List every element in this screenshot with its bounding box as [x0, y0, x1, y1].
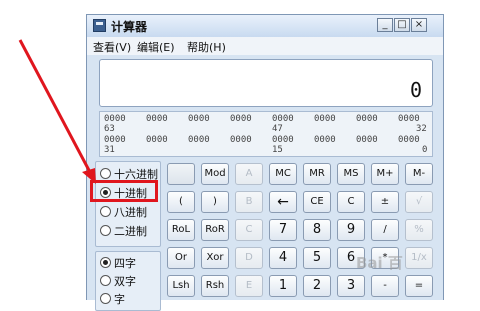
digit-7-key[interactable]: 7 — [269, 219, 297, 241]
watermark: Bai 百 — [356, 254, 403, 272]
m-minus-key[interactable]: M- — [405, 163, 433, 185]
blank-key — [167, 163, 195, 185]
digit-3-key[interactable]: 3 — [337, 275, 365, 297]
radio-oct[interactable]: 八进制 — [100, 206, 147, 220]
close-button[interactable]: × — [411, 18, 427, 32]
close-paren-key[interactable]: ) — [201, 191, 229, 213]
result-display: 0 — [99, 59, 433, 107]
reciprocal-key[interactable]: 1/x — [405, 247, 433, 269]
hex-b-key[interactable]: B — [235, 191, 263, 213]
menu-bar: 查看(V) 编辑(E) 帮助(H) — [87, 37, 443, 55]
radio-dot — [100, 225, 111, 236]
bit-group: 0000 — [146, 114, 168, 124]
ror-key[interactable]: RoR — [201, 219, 229, 241]
digit-4-key[interactable]: 4 — [269, 247, 297, 269]
ce-key[interactable]: CE — [303, 191, 331, 213]
equals-key[interactable]: = — [405, 275, 433, 297]
hex-e-key[interactable]: E — [235, 275, 263, 297]
m-plus-key[interactable]: M+ — [371, 163, 399, 185]
subtract-key[interactable]: - — [371, 275, 399, 297]
bit-position-label: 15 — [272, 145, 283, 155]
bit-group: 0000 — [188, 135, 210, 145]
annotation-highlight-box — [90, 180, 158, 202]
radio-dot — [100, 168, 111, 179]
radio-dword[interactable]: 双字 — [100, 275, 136, 289]
minimize-button[interactable]: _ — [377, 18, 393, 32]
hex-a-key[interactable]: A — [235, 163, 263, 185]
sqrt-key[interactable]: √ — [405, 191, 433, 213]
hex-c-key[interactable]: C — [235, 219, 263, 241]
radio-dot-selected — [100, 257, 111, 268]
mr-key[interactable]: MR — [303, 163, 331, 185]
ms-key[interactable]: MS — [337, 163, 365, 185]
bit-position-label: 32 — [416, 124, 427, 134]
radio-bin[interactable]: 二进制 — [100, 225, 147, 239]
radio-label: 四字 — [114, 257, 136, 270]
radio-label: 二进制 — [114, 225, 147, 238]
backspace-key[interactable]: ← — [269, 191, 297, 213]
bit-group: 0000 — [314, 135, 336, 145]
bit-group: 0000 — [146, 135, 168, 145]
negate-key[interactable]: ± — [371, 191, 399, 213]
radio-dot — [100, 293, 111, 304]
mod-key[interactable]: Mod — [201, 163, 229, 185]
menu-edit[interactable]: 编辑(E) — [137, 39, 175, 55]
bit-position-label: 63 — [104, 124, 115, 134]
digit-1-key[interactable]: 1 — [269, 275, 297, 297]
divide-key[interactable]: / — [371, 219, 399, 241]
open-paren-key[interactable]: ( — [167, 191, 195, 213]
bit-group: 0000 — [104, 135, 126, 145]
digit-8-key[interactable]: 8 — [303, 219, 331, 241]
calculator-app-icon — [93, 19, 106, 32]
digit-9-key[interactable]: 9 — [337, 219, 365, 241]
radio-dot — [100, 275, 111, 286]
title-bar[interactable]: 计算器 _ □ × — [87, 15, 443, 37]
or-key[interactable]: Or — [167, 247, 195, 269]
radio-word[interactable]: 字 — [100, 293, 125, 307]
radio-qword[interactable]: 四字 — [100, 257, 136, 271]
mc-key[interactable]: MC — [269, 163, 297, 185]
bit-group: 0000 — [230, 114, 252, 124]
radio-dot — [100, 206, 111, 217]
binary-bits-panel: 0000 0000 0000 0000 0000 0000 0000 0000 … — [99, 111, 433, 157]
lsh-key[interactable]: Lsh — [167, 275, 195, 297]
digit-2-key[interactable]: 2 — [303, 275, 331, 297]
maximize-button[interactable]: □ — [394, 18, 410, 32]
bit-group: 0000 — [356, 135, 378, 145]
radio-label: 八进制 — [114, 206, 147, 219]
bit-group: 0000 — [314, 114, 336, 124]
bit-group: 0000 — [104, 114, 126, 124]
bit-position-label: 0 — [422, 145, 428, 155]
window-title: 计算器 — [111, 20, 148, 34]
number-base-group: 十六进制 十进制 八进制 二进制 — [95, 161, 161, 247]
rol-key[interactable]: RoL — [167, 219, 195, 241]
menu-help[interactable]: 帮助(H) — [187, 39, 226, 55]
digit-5-key[interactable]: 5 — [303, 247, 331, 269]
hex-d-key[interactable]: D — [235, 247, 263, 269]
radio-label: 双字 — [114, 275, 136, 288]
clear-key[interactable]: C — [337, 191, 365, 213]
percent-key[interactable]: % — [405, 219, 433, 241]
display-value: 0 — [409, 78, 422, 102]
bit-group: 0000 — [230, 135, 252, 145]
bit-group: 0000 — [398, 114, 420, 124]
bit-group: 0000 — [272, 114, 294, 124]
keypad: Mod A MC MR MS M+ M- ( ) B ← CE C ± √ Ro… — [167, 163, 437, 303]
bit-position-label: 47 — [272, 124, 283, 134]
word-size-group: 四字 双字 字 — [95, 251, 161, 311]
xor-key[interactable]: Xor — [201, 247, 229, 269]
menu-view[interactable]: 查看(V) — [93, 39, 131, 55]
rsh-key[interactable]: Rsh — [201, 275, 229, 297]
bit-group: 0000 — [188, 114, 210, 124]
bit-position-label: 31 — [104, 145, 115, 155]
bit-group: 0000 — [398, 135, 420, 145]
bit-group: 0000 — [356, 114, 378, 124]
bit-group: 0000 — [272, 135, 294, 145]
